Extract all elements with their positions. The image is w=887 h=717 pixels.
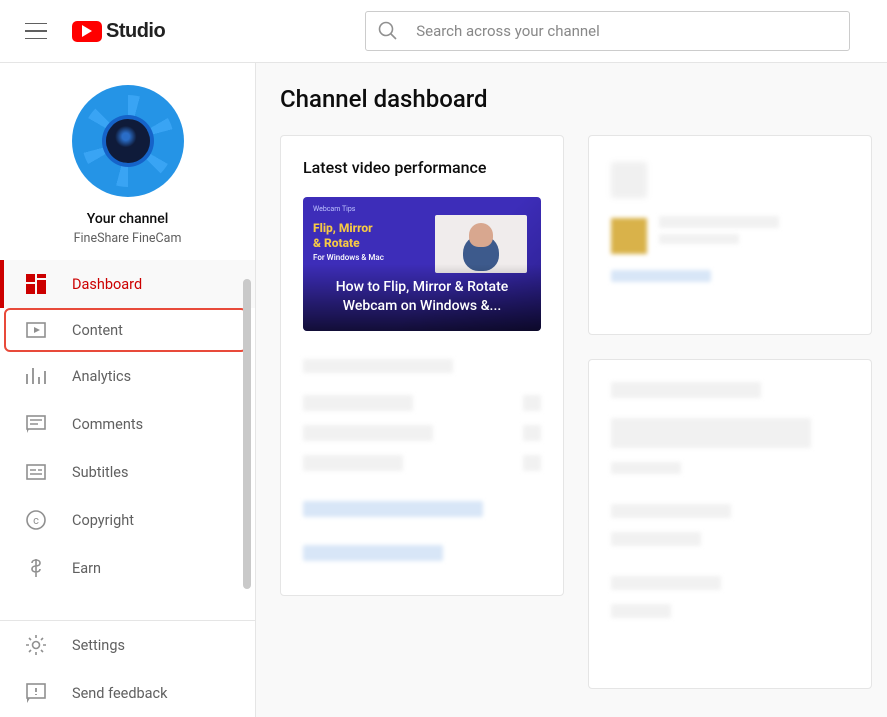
main-content: Channel dashboard Latest video performan… — [256, 63, 887, 717]
sidebar-item-label: Analytics — [72, 368, 131, 385]
copyright-icon: c — [24, 508, 48, 532]
studio-logo[interactable]: Studio — [72, 20, 165, 43]
sidebar-item-copyright[interactable]: c Copyright — [0, 496, 255, 544]
youtube-play-icon — [72, 21, 102, 42]
dashboard-icon — [24, 272, 48, 296]
sidebar-item-earn[interactable]: Earn — [0, 544, 255, 592]
overlay-line1: How to Flip, Mirror & Rotate — [321, 278, 523, 298]
placeholder-stats — [303, 359, 541, 561]
sidebar-item-analytics[interactable]: Analytics — [0, 352, 255, 400]
overlay-line2: Webcam on Windows &... — [321, 297, 523, 317]
sidebar-item-label: Settings — [72, 637, 125, 654]
channel-avatar — [72, 85, 184, 197]
sidebar-item-label: Send feedback — [72, 685, 167, 702]
sidebar-item-dashboard[interactable]: Dashboard — [0, 260, 255, 308]
sidebar-item-feedback[interactable]: Send feedback — [0, 669, 255, 717]
earn-icon — [24, 556, 48, 580]
sidebar-item-subtitles[interactable]: Subtitles — [0, 448, 255, 496]
feedback-icon — [24, 681, 48, 705]
sidebar-item-label: Content — [72, 322, 123, 339]
sidebar-item-label: Comments — [72, 416, 143, 433]
side-card-1 — [588, 135, 872, 335]
thumb-line4: For Windows & Mac — [313, 253, 384, 263]
sidebar-item-settings[interactable]: Settings — [0, 621, 255, 669]
sidebar-item-label: Dashboard — [72, 276, 142, 293]
svg-text:c: c — [33, 514, 39, 527]
channel-block[interactable]: Your channel FineShare FineCam — [0, 63, 255, 260]
latest-video-card: Latest video performance Webcam Tips Fli… — [280, 135, 564, 596]
menu-button[interactable] — [16, 11, 56, 51]
sidebar-scroll-thumb[interactable] — [243, 279, 251, 589]
side-card-2 — [588, 359, 872, 689]
your-channel-label: Your channel — [0, 211, 255, 227]
settings-icon — [24, 633, 48, 657]
thumb-tag: Webcam Tips — [313, 205, 355, 213]
analytics-icon — [24, 364, 48, 388]
logo-text: Studio — [106, 20, 165, 43]
page-title: Channel dashboard — [280, 85, 863, 113]
search-input[interactable] — [416, 22, 837, 40]
subtitles-icon — [24, 460, 48, 484]
sidebar-item-label: Copyright — [72, 512, 134, 529]
comments-icon — [24, 412, 48, 436]
video-title-overlay: How to Flip, Mirror & Rotate Webcam on W… — [303, 264, 541, 331]
sidebar-item-label: Subtitles — [72, 464, 128, 481]
channel-name: FineShare FineCam — [0, 231, 255, 246]
content-icon — [24, 318, 48, 342]
top-bar: Studio — [0, 0, 887, 63]
video-thumbnail[interactable]: Webcam Tips Flip, Mirror & Rotate For Wi… — [303, 197, 541, 331]
sidebar-item-comments[interactable]: Comments — [0, 400, 255, 448]
sidebar-item-content[interactable]: Content — [4, 308, 247, 352]
card-title: Latest video performance — [303, 158, 541, 177]
menu-icon — [25, 23, 47, 39]
sidebar-item-label: Earn — [72, 560, 101, 577]
thumb-line1: Flip, Mirror — [313, 221, 384, 236]
thumb-line2: & Rotate — [313, 236, 384, 251]
search-box[interactable] — [365, 11, 850, 51]
sidebar: Your channel FineShare FineCam Dashboard… — [0, 63, 256, 717]
search-icon — [378, 21, 398, 41]
